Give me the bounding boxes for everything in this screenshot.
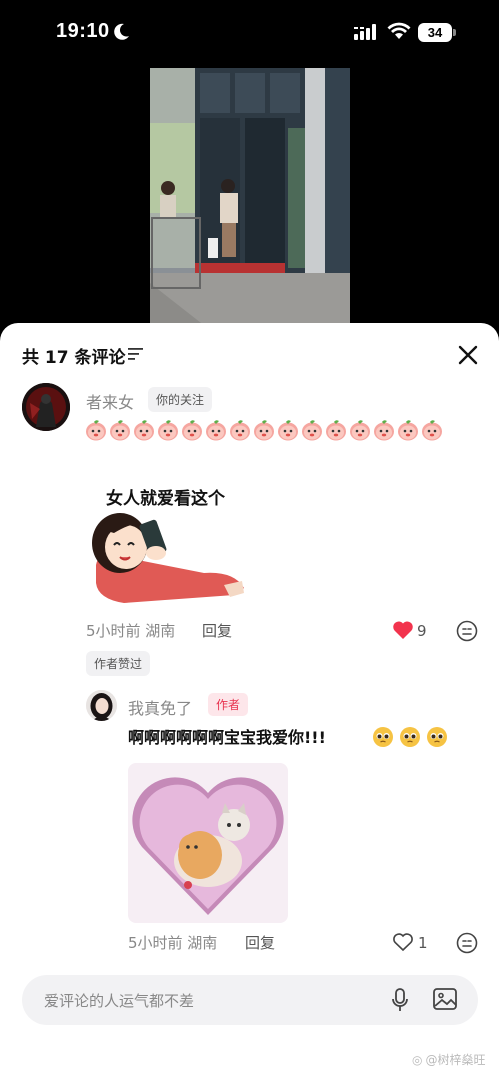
- author-liked-badge: 作者赞过: [86, 651, 151, 676]
- pleading-emoji-icon: [400, 727, 420, 747]
- close-icon[interactable]: [458, 345, 478, 365]
- comments-title: 共 17 条评论: [22, 348, 126, 368]
- comment-sheet: 共 17 条评论 者来女 你的关注 女人就爱看这个 5小时前 湖南 回复 9 作…: [0, 323, 499, 1080]
- avatar-image: [86, 690, 117, 721]
- heart-filled-icon[interactable]: [392, 620, 414, 640]
- peach-emoji-icon: [278, 420, 298, 441]
- reply-button[interactable]: 回复: [202, 620, 232, 641]
- moon-icon: [114, 23, 129, 40]
- peach-emoji-icon: [326, 420, 346, 441]
- battery-indicator: 34: [418, 23, 452, 42]
- peach-emoji-icon: [350, 420, 370, 441]
- comment-text: 啊啊啊啊啊啊宝宝我爱你!!!: [128, 728, 326, 747]
- mic-icon[interactable]: [390, 987, 410, 1013]
- peach-emoji-icon: [398, 420, 418, 441]
- watermark: ◎ @树梓燊旺: [412, 1051, 486, 1068]
- more-icon[interactable]: [456, 620, 478, 642]
- peach-emoji-icon: [134, 420, 154, 441]
- comment-username[interactable]: 我真免了: [128, 695, 192, 719]
- emoji-row: [84, 418, 444, 444]
- author-badge: 作者: [208, 693, 249, 716]
- comment-input[interactable]: 爱评论的人运气都不差: [22, 975, 478, 1025]
- peach-emoji-icon: [422, 420, 442, 441]
- peach-emoji-icon: [230, 420, 250, 441]
- more-icon[interactable]: [456, 932, 478, 954]
- comment-username[interactable]: 者来女: [86, 389, 134, 413]
- peach-emoji-icon: [158, 420, 178, 441]
- avatar[interactable]: [22, 383, 70, 431]
- pleading-emoji-icon: [373, 727, 393, 747]
- peach-emoji-icon: [110, 420, 130, 441]
- status-bar: 19:10 34: [0, 0, 499, 66]
- reply-button[interactable]: 回复: [245, 932, 275, 953]
- image-icon[interactable]: [432, 987, 458, 1011]
- watermark-text: @树梓燊旺: [425, 1053, 486, 1067]
- signal-icon: [354, 24, 376, 40]
- status-time: 19:10: [56, 20, 110, 42]
- like-count: 1: [418, 934, 428, 952]
- like-count: 9: [417, 622, 427, 640]
- comment-input-placeholder: 爱评论的人运气都不差: [44, 992, 195, 1010]
- peach-emoji-icon: [302, 420, 322, 441]
- avatar-image: [22, 383, 70, 431]
- video-frame: [150, 68, 350, 330]
- comment-meta: 5小时前 湖南: [86, 622, 176, 640]
- wifi-icon: [387, 22, 411, 39]
- video-player[interactable]: [150, 68, 350, 330]
- peach-emoji-icon: [206, 420, 226, 441]
- comment-meta: 5小时前 湖南: [128, 934, 218, 952]
- avatar[interactable]: [86, 690, 117, 721]
- weibo-icon: ◎: [412, 1052, 423, 1067]
- sticker-image[interactable]: [128, 763, 288, 923]
- peach-emoji-icon: [86, 420, 106, 441]
- follow-badge: 你的关注: [148, 387, 213, 412]
- battery-tip: [453, 29, 456, 36]
- peach-emoji-icon: [182, 420, 202, 441]
- peach-emoji-icon: [374, 420, 394, 441]
- heart-outline-icon[interactable]: [392, 932, 414, 952]
- sticker-illustration: [128, 763, 288, 923]
- pleading-emoji-icon: [427, 727, 447, 747]
- peach-emoji-icon: [254, 420, 274, 441]
- sticker-caption: 女人就爱看这个: [106, 489, 225, 509]
- filter-icon[interactable]: [128, 347, 144, 361]
